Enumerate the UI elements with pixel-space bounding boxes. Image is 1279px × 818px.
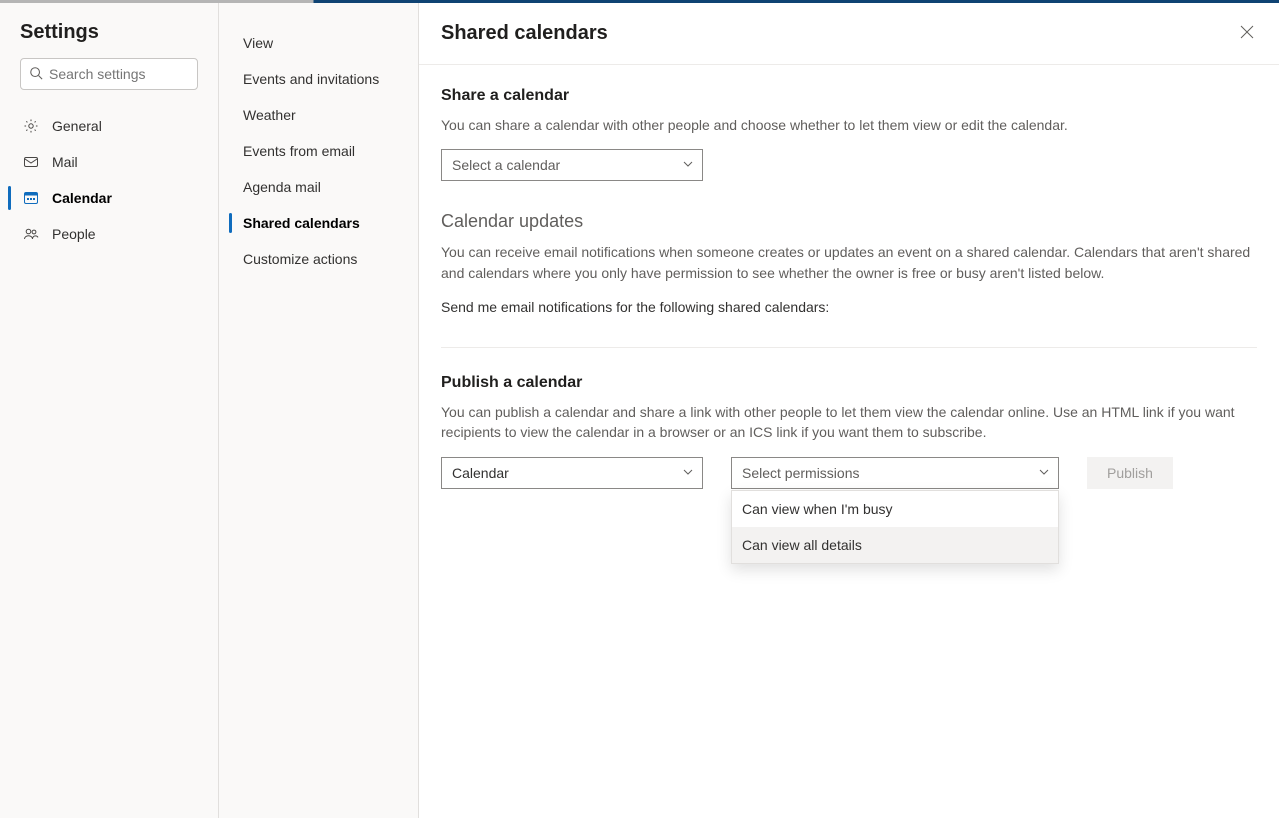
section-divider <box>441 347 1257 348</box>
main-body: Share a calendar You can share a calenda… <box>419 65 1279 818</box>
section-publish-calendar: Publish a calendar You can publish a cal… <box>441 374 1257 489</box>
chevron-down-icon <box>682 157 694 173</box>
updates-heading: Calendar updates <box>441 211 1257 232</box>
search-box[interactable] <box>20 58 198 90</box>
subnav-item-view[interactable]: View <box>219 25 418 61</box>
share-heading: Share a calendar <box>441 87 1257 105</box>
sidebar-item-label: Mail <box>52 154 78 170</box>
subnav-item-events-invitations[interactable]: Events and invitations <box>219 61 418 97</box>
category-list: General Mail <box>0 102 210 252</box>
subnav-item-shared-calendars[interactable]: Shared calendars <box>219 205 418 241</box>
chevron-down-icon <box>1038 465 1050 481</box>
permissions-option-can-view-all[interactable]: Can view all details <box>732 527 1058 563</box>
publish-controls-row: Calendar Select permissions Can view whe… <box>441 457 1257 489</box>
sidebar-item-mail[interactable]: Mail <box>0 144 210 180</box>
subnav-item-customize-actions[interactable]: Customize actions <box>219 241 418 277</box>
publish-description: You can publish a calendar and share a l… <box>441 402 1257 443</box>
search-input[interactable] <box>49 66 230 82</box>
close-icon <box>1240 25 1254 42</box>
search-icon <box>29 66 43 83</box>
subnav-item-weather[interactable]: Weather <box>219 97 418 133</box>
settings-subnav: View Events and invitations Weather Even… <box>219 3 419 818</box>
page-title: Shared calendars <box>441 22 608 45</box>
permissions-option-can-view-busy[interactable]: Can view when I'm busy <box>732 491 1058 527</box>
sidebar-item-people[interactable]: People <box>0 216 210 252</box>
share-calendar-select-label: Select a calendar <box>452 157 560 173</box>
section-share-calendar: Share a calendar You can share a calenda… <box>441 87 1257 181</box>
subnav-item-events-from-email[interactable]: Events from email <box>219 133 418 169</box>
updates-sendme-label: Send me email notifications for the foll… <box>441 297 1257 317</box>
publish-permissions-select[interactable]: Select permissions Can view when I'm bus… <box>731 457 1059 489</box>
calendar-icon <box>22 190 40 206</box>
main-panel: Shared calendars Share a calendar You ca… <box>419 3 1279 818</box>
settings-layout: Settings General <box>0 3 1279 818</box>
gear-icon <box>22 118 40 134</box>
settings-sidebar: Settings General <box>0 3 219 818</box>
search-container <box>0 58 210 102</box>
share-calendar-select[interactable]: Select a calendar <box>441 149 703 181</box>
publish-calendar-select-value: Calendar <box>452 465 509 481</box>
sidebar-item-label: People <box>52 226 96 242</box>
share-description: You can share a calendar with other peop… <box>441 115 1257 135</box>
sidebar-item-calendar[interactable]: Calendar <box>0 180 210 216</box>
section-calendar-updates: Calendar updates You can receive email n… <box>441 211 1257 317</box>
close-button[interactable] <box>1233 20 1261 48</box>
publish-heading: Publish a calendar <box>441 374 1257 392</box>
publish-calendar-select[interactable]: Calendar <box>441 457 703 489</box>
updates-description: You can receive email notifications when… <box>441 242 1257 283</box>
publish-permissions-placeholder: Select permissions <box>742 465 860 481</box>
main-header: Shared calendars <box>419 3 1279 65</box>
publish-button[interactable]: Publish <box>1087 457 1173 489</box>
subnav-item-agenda-mail[interactable]: Agenda mail <box>219 169 418 205</box>
mail-icon <box>22 154 40 170</box>
people-icon <box>22 226 40 242</box>
sidebar-item-label: General <box>52 118 102 134</box>
permissions-dropdown-menu: Can view when I'm busy Can view all deta… <box>731 490 1059 564</box>
chevron-down-icon <box>682 465 694 481</box>
sidebar-item-general[interactable]: General <box>0 108 210 144</box>
settings-title: Settings <box>0 3 210 58</box>
sidebar-item-label: Calendar <box>52 190 112 206</box>
